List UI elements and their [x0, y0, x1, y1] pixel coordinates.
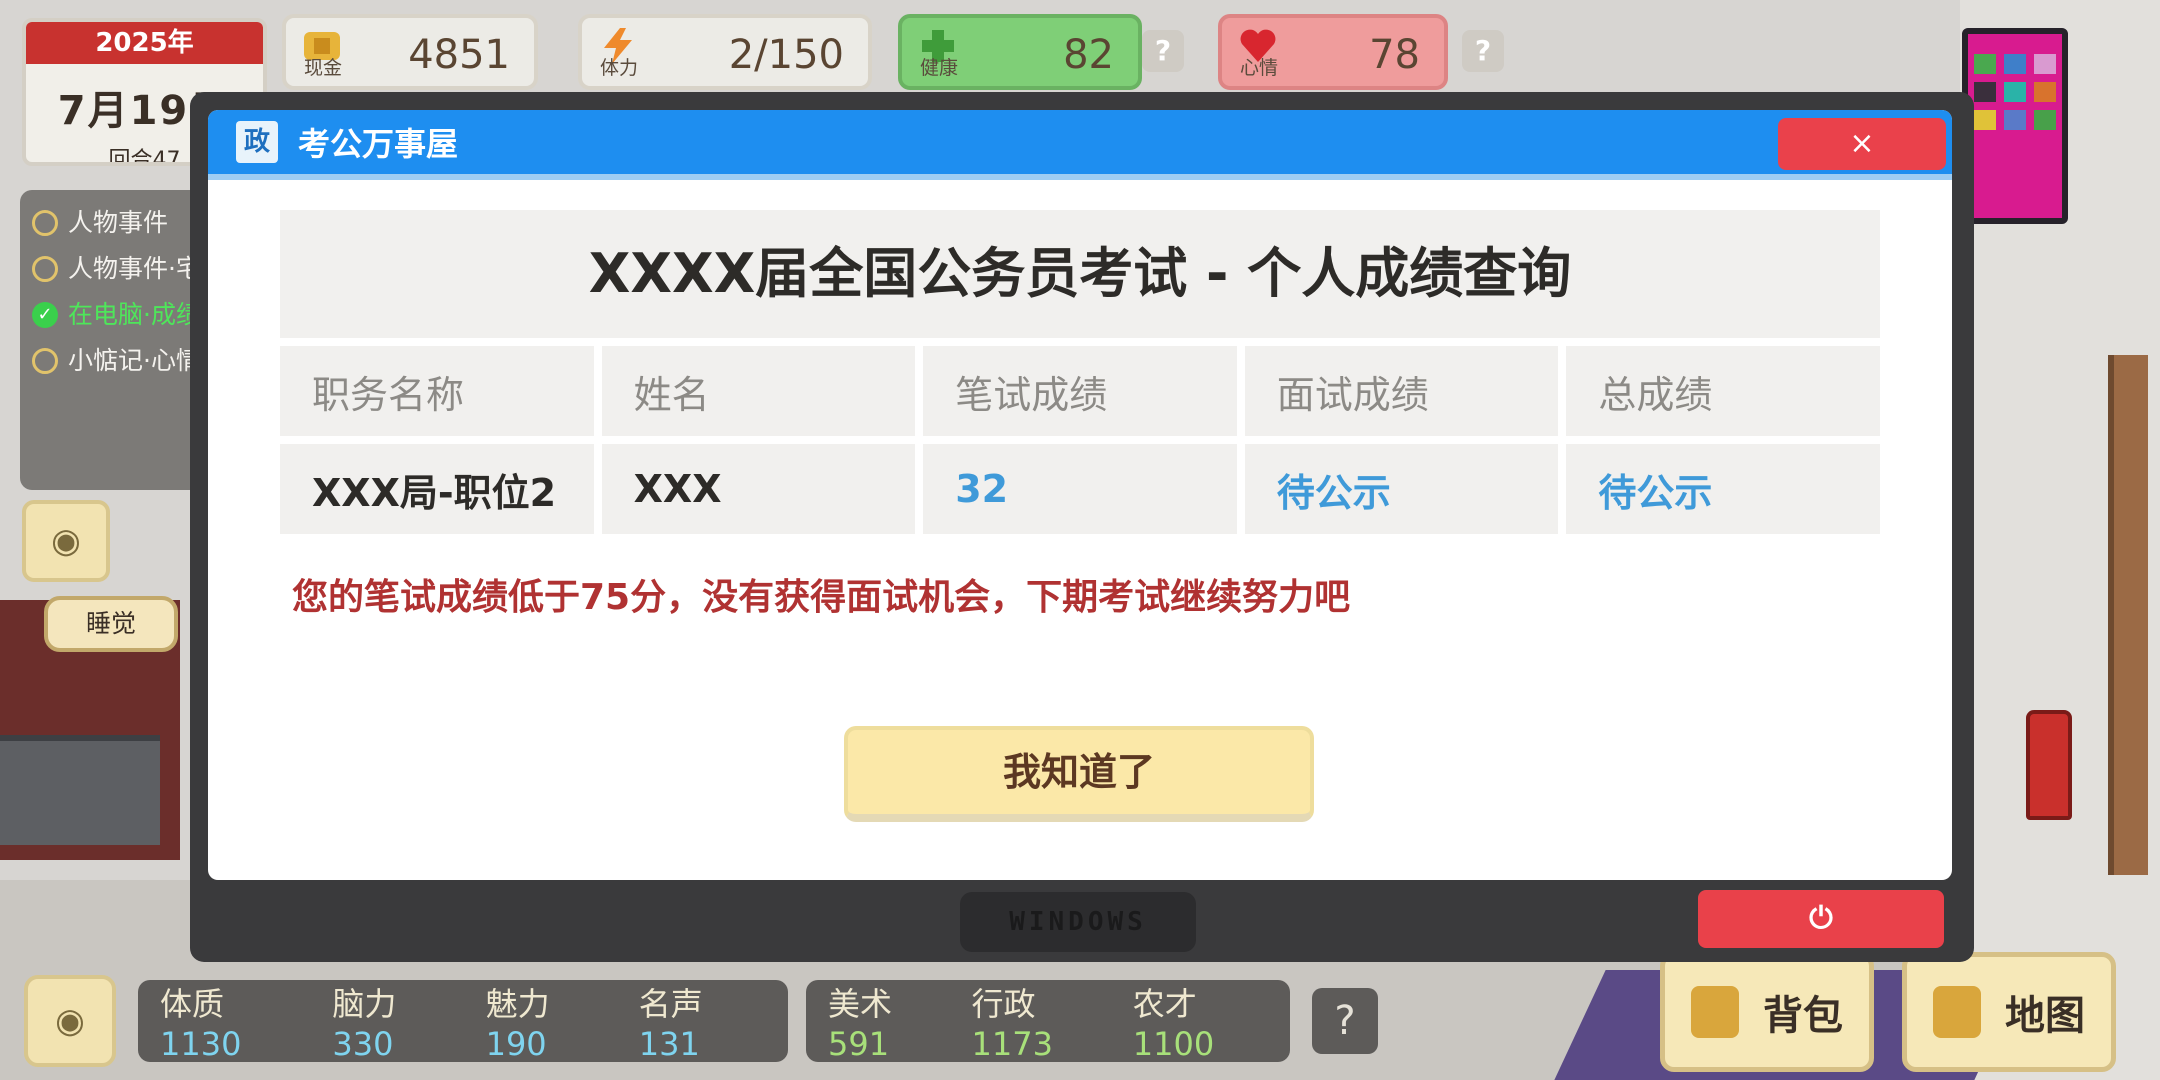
gov-app-icon: 政	[236, 121, 278, 163]
cash-value: 4851	[408, 32, 510, 78]
task-label: 人物事件·宅	[68, 254, 201, 283]
mood-label: 心情	[1240, 57, 1279, 79]
attribute-item: 农才 1100	[1133, 979, 1268, 1063]
attribute-name: 行政	[971, 985, 1036, 1023]
app-icon	[1974, 54, 1996, 74]
app-icon	[2004, 82, 2026, 102]
table-header-row: 职务名称 姓名 笔试成绩 面试成绩 总成绩	[280, 346, 1880, 436]
attribute-bar-primary: 体质 1130 脑力 330 魅力 190 名声 131	[138, 979, 788, 1063]
phone-apps	[1974, 54, 2056, 130]
attribute-value: 330	[332, 1025, 394, 1063]
column-header: 笔试成绩	[923, 346, 1237, 436]
attribute-name: 脑力	[332, 985, 397, 1023]
task-circle-icon	[32, 210, 58, 236]
sleep-button[interactable]: 睡觉	[44, 596, 178, 652]
close-button[interactable]: ×	[1778, 118, 1946, 170]
results-title: XXXX届全国公务员考试 - 个人成绩查询	[280, 210, 1880, 338]
name-cell: XXX	[601, 444, 916, 534]
column-header: 面试成绩	[1244, 346, 1559, 436]
task-label: 人物事件	[68, 208, 169, 237]
attribute-item: 行政 1173	[972, 979, 1107, 1063]
cash-label: 现金	[304, 57, 343, 79]
attribute-item: 体质 1130	[160, 979, 306, 1063]
app-icon	[2034, 54, 2056, 74]
bag-label: 背包	[1763, 993, 1843, 1039]
stamina-label: 体力	[600, 57, 639, 79]
attribute-help-button[interactable]: ?	[1312, 988, 1378, 1054]
result-notice: 您的笔试成绩低于75分，没有获得面试机会，下期考试继续努力吧	[292, 577, 1351, 618]
task-label: 在电脑·成绩	[68, 300, 201, 329]
results-table: XXXX届全国公务员考试 - 个人成绩查询 职务名称 姓名 笔试成绩 面试成绩 …	[280, 210, 1880, 534]
mood-value: 78	[1369, 32, 1420, 78]
stamina-stat: 体力 2/150	[578, 14, 872, 90]
attribute-item: 名声 131	[639, 979, 766, 1063]
app-icon	[2004, 54, 2026, 74]
health-stat: 健康 82	[898, 14, 1142, 90]
year-label: 2025年	[26, 22, 263, 64]
attribute-value: 1130	[160, 1025, 242, 1063]
map-icon	[1933, 986, 1981, 1038]
attribute-value: 131	[638, 1025, 700, 1063]
phone[interactable]	[1962, 28, 2068, 224]
task-circle-icon	[32, 256, 58, 282]
attribute-name: 魅力	[485, 985, 550, 1023]
app-icon	[1974, 110, 1996, 130]
position-cell: XXX局-职位2	[280, 444, 594, 534]
app-icon	[2004, 110, 2026, 130]
interview-score-cell: 待公示	[1244, 444, 1559, 534]
written-score-cell: 32	[923, 444, 1237, 534]
fire-extinguisher	[2026, 710, 2072, 820]
mood-stat: 心情 78	[1218, 14, 1448, 90]
attribute-item: 脑力 330	[332, 979, 459, 1063]
app-icon	[2034, 82, 2056, 102]
health-help-button[interactable]: ?	[1142, 30, 1184, 72]
attribute-value: 591	[828, 1025, 890, 1063]
mood-help-button[interactable]: ?	[1462, 30, 1504, 72]
column-header: 职务名称	[280, 346, 594, 436]
attribute-value: 190	[485, 1025, 547, 1063]
window-title: 考公万事屋	[298, 125, 459, 163]
confirm-button[interactable]: 我知道了	[844, 726, 1314, 822]
table-row: XXX局-职位2 XXX 32 待公示 待公示	[280, 444, 1880, 534]
bag-icon	[1691, 986, 1739, 1038]
column-header: 姓名	[601, 346, 916, 436]
eye-toggle-button[interactable]: ◉	[22, 500, 110, 582]
column-header: 总成绩	[1566, 346, 1880, 436]
monitor-brand-label: WINDOWS	[960, 892, 1196, 952]
app-icon	[2034, 110, 2056, 130]
attribute-bar-skills: 美术 591 行政 1173 农才 1100	[806, 979, 1290, 1063]
map-button[interactable]: 地图	[1902, 952, 2116, 1072]
bag-button[interactable]: 背包	[1660, 952, 1874, 1072]
health-value: 82	[1063, 32, 1114, 78]
attribute-value: 1100	[1132, 1025, 1215, 1063]
attribute-name: 美术	[828, 985, 893, 1023]
bed-sheet	[0, 735, 160, 845]
attribute-item: 魅力 190	[486, 979, 613, 1063]
attribute-value: 1173	[971, 1025, 1053, 1063]
app-icon	[1974, 82, 1996, 102]
power-button[interactable]: ⏻	[1698, 890, 1944, 948]
attribute-item: 美术 591	[828, 979, 946, 1063]
attribute-name: 名声	[638, 985, 703, 1023]
task-circle-icon	[32, 348, 58, 374]
window-titlebar: 政 考公万事屋 ×	[208, 110, 1952, 180]
door	[2108, 355, 2148, 875]
attribute-name: 农才	[1132, 985, 1197, 1023]
attribute-name: 体质	[160, 985, 225, 1023]
total-score-cell: 待公示	[1566, 444, 1880, 534]
health-label: 健康	[920, 57, 959, 79]
stamina-value: 2/150	[728, 32, 844, 78]
exam-results-window: 政 考公万事屋 × XXXX届全国公务员考试 - 个人成绩查询 职务名称 姓名 …	[208, 110, 1952, 880]
check-icon: ✓	[32, 302, 58, 328]
map-label: 地图	[2005, 993, 2085, 1039]
eye-icon-button[interactable]: ◉	[24, 975, 116, 1067]
cash-stat: 现金 4851	[282, 14, 538, 90]
